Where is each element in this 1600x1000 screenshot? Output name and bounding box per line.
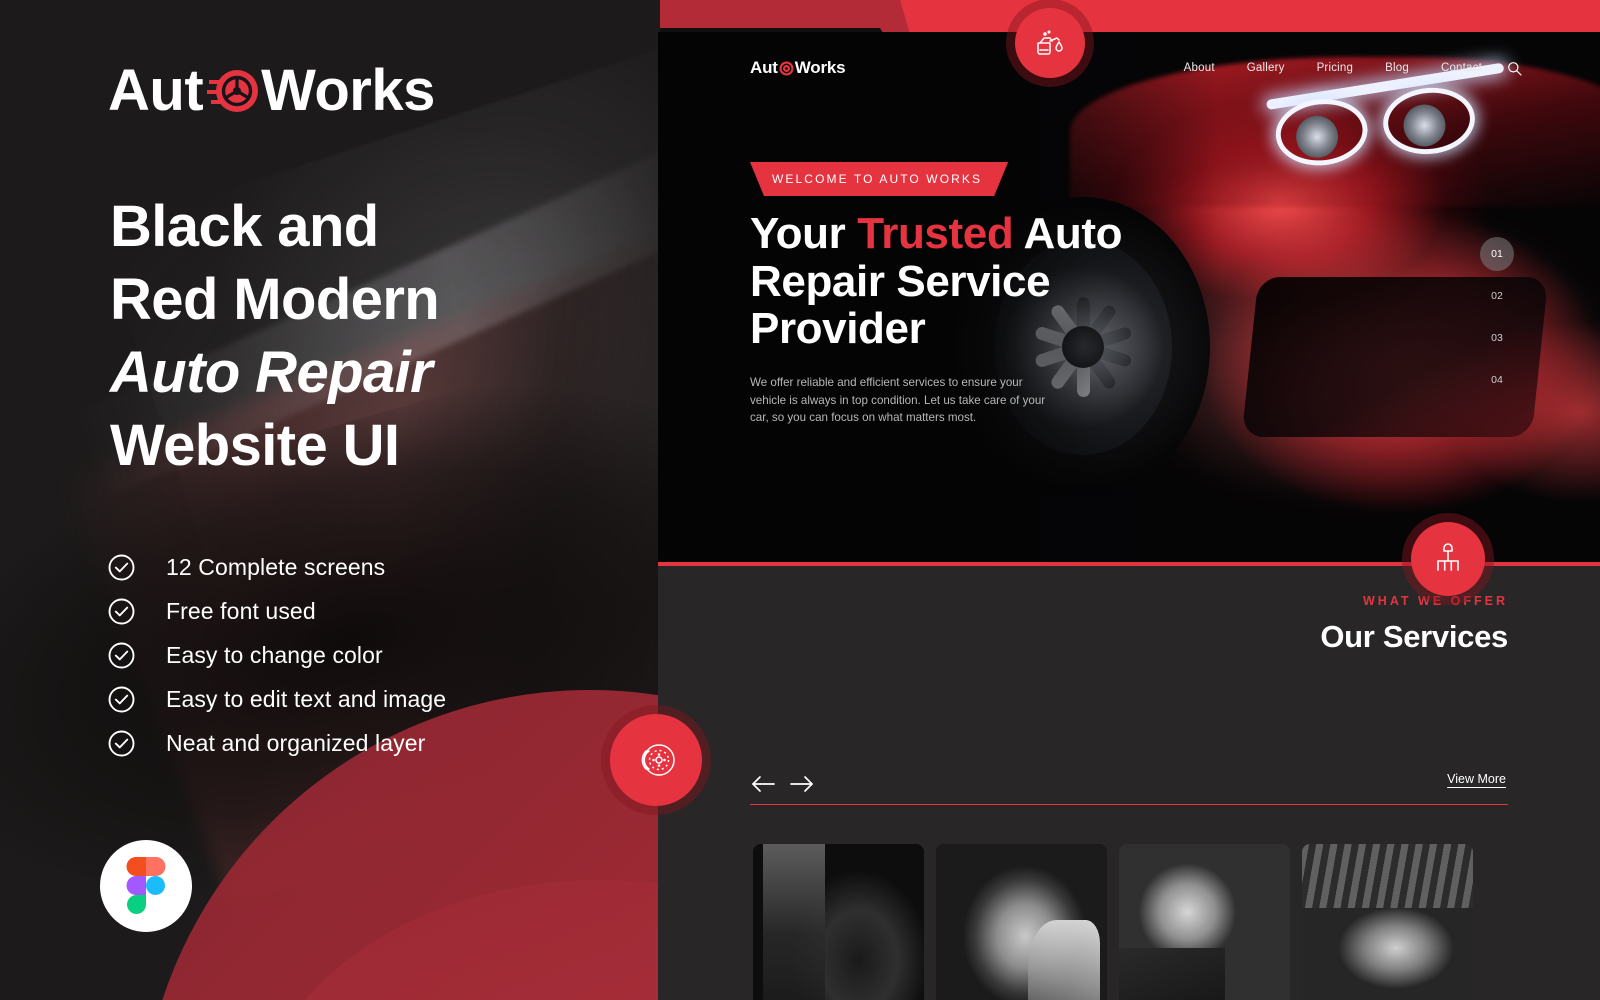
service-photo xyxy=(1119,844,1290,1000)
services-section: WHAT WE OFFER Our Services View More 01 … xyxy=(658,566,1600,1000)
slider-dot-01[interactable]: 01 xyxy=(1480,237,1514,271)
gear-shifter-icon xyxy=(1411,522,1485,596)
check-circle-icon xyxy=(108,642,135,669)
services-card-list: 01 Engine 02 Brake 03 Transmission xyxy=(753,844,1473,1000)
slider-dot-02[interactable]: 02 xyxy=(1480,279,1514,313)
list-item: Free font used xyxy=(108,589,446,633)
hero-title-pre: Your xyxy=(750,209,858,258)
search-icon[interactable] xyxy=(1507,61,1522,76)
service-photo xyxy=(753,844,924,1000)
prev-arrow-icon[interactable] xyxy=(750,772,776,796)
hero-section: Aut Works About Gallery Pricing Blog Con… xyxy=(658,32,1600,566)
hero-title-line3: Provider xyxy=(750,304,926,354)
poster-canvas: Aut Works Black and Red Modern Auto Repa… xyxy=(0,0,1600,1000)
check-circle-icon xyxy=(108,554,135,581)
promo-headline: Black and Red Modern Auto Repair Website… xyxy=(110,190,630,482)
headline-line-2: Red Modern xyxy=(110,267,440,333)
service-photo xyxy=(1302,844,1473,1000)
brand-logo-text-left: Aut xyxy=(108,58,204,123)
list-item: Easy to edit text and image xyxy=(108,677,446,721)
promo-left-panel: Aut Works Black and Red Modern Auto Repa… xyxy=(0,0,660,1000)
feature-label: 12 Complete screens xyxy=(166,553,386,580)
headline-line-1: Black and xyxy=(110,194,379,259)
hero-title-highlight: Trusted xyxy=(857,209,1014,258)
next-arrow-icon[interactable] xyxy=(789,772,815,796)
check-circle-icon xyxy=(108,686,135,713)
services-carousel-controls xyxy=(750,772,815,796)
hero-welcome-badge: WELCOME TO AUTO WORKS xyxy=(750,162,1008,196)
list-item: Neat and organized layer xyxy=(108,721,446,765)
service-card[interactable]: 01 Engine xyxy=(753,844,924,1000)
services-kicker: WHAT WE OFFER xyxy=(1363,594,1508,608)
tire-wheel-icon xyxy=(205,64,259,118)
tire-wheel-icon xyxy=(779,61,794,76)
service-photo xyxy=(936,844,1107,1000)
nav-link-pricing[interactable]: Pricing xyxy=(1317,62,1354,74)
slider-dot-04[interactable]: 04 xyxy=(1480,363,1514,397)
check-circle-icon xyxy=(108,730,135,757)
list-item: Easy to change color xyxy=(108,633,446,677)
brand-logo-text-right: Works xyxy=(261,58,435,123)
site-logo-text-left: Aut xyxy=(750,58,778,77)
brake-disc-icon xyxy=(610,714,702,806)
hero-paragraph: We offer reliable and efficient services… xyxy=(750,376,1046,425)
service-card[interactable]: 02 Brake xyxy=(936,844,1107,1000)
list-item: 12 Complete screens xyxy=(108,545,446,589)
site-logo[interactable]: Aut Works xyxy=(750,58,846,78)
nav-link-about[interactable]: About xyxy=(1184,62,1215,74)
feature-label: Free font used xyxy=(166,597,316,624)
headline-line-3: Auto Repair xyxy=(110,340,433,406)
nav-link-gallery[interactable]: Gallery xyxy=(1247,62,1285,74)
service-card[interactable]: 04 Suspension xyxy=(1302,844,1473,1000)
nav-links: About Gallery Pricing Blog Contact xyxy=(1184,62,1482,74)
feature-label: Easy to edit text and image xyxy=(166,685,447,712)
figma-logo xyxy=(100,840,192,932)
headline-line-4: Website UI xyxy=(110,413,400,479)
hero-slider-pagination: 01 02 03 04 xyxy=(1480,237,1514,405)
brand-logo: Aut Works xyxy=(108,62,435,120)
website-mockup: Aut Works About Gallery Pricing Blog Con… xyxy=(658,32,1600,1000)
check-circle-icon xyxy=(108,598,135,625)
slider-dot-03[interactable]: 03 xyxy=(1480,321,1514,355)
nav-link-blog[interactable]: Blog xyxy=(1385,62,1409,74)
services-title: Our Services xyxy=(1320,619,1508,654)
hero-title-line2: Repair Service xyxy=(750,256,1051,306)
site-navbar: Aut Works About Gallery Pricing Blog Con… xyxy=(658,32,1600,104)
feature-label: Easy to change color xyxy=(166,641,383,668)
view-more-link[interactable]: View More xyxy=(1447,772,1506,786)
services-divider xyxy=(750,804,1508,805)
hero-title-post: Auto xyxy=(1013,209,1123,258)
service-card[interactable]: 03 Transmission xyxy=(1119,844,1290,1000)
hero-title: Your Trusted Auto Repair Service Provide… xyxy=(750,210,1220,353)
feature-list: 12 Complete screens Free font used Easy … xyxy=(108,545,446,765)
feature-label: Neat and organized layer xyxy=(166,729,426,756)
oil-can-icon xyxy=(1015,8,1085,78)
site-logo-text-right: Works xyxy=(794,58,846,77)
nav-link-contact[interactable]: Contact xyxy=(1441,62,1482,74)
